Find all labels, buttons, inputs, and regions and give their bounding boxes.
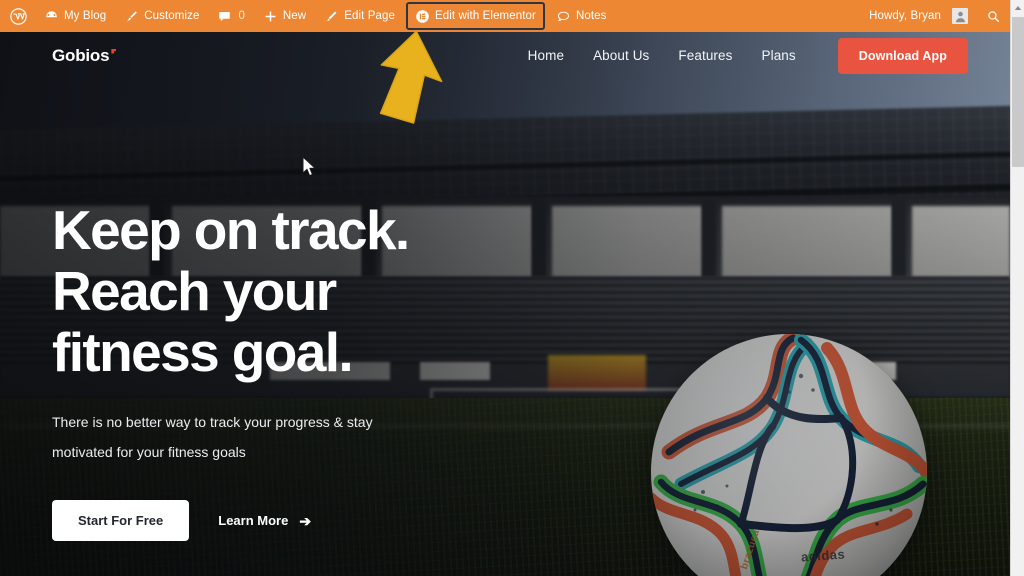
hero-action-buttons: Start For Free Learn More ➔	[52, 500, 409, 541]
dashboard-icon	[44, 9, 59, 24]
mouse-cursor	[302, 155, 317, 183]
avatar-glyph	[952, 8, 968, 24]
scrollbar-thumb[interactable]	[1012, 17, 1024, 167]
hero-headline-line-2: Reach your	[52, 260, 337, 322]
admin-bar-item-comments[interactable]: 0	[208, 0, 253, 32]
admin-bar-label-new: New	[282, 10, 307, 22]
elementor-icon	[415, 9, 430, 24]
account-greeting: Howdy, Bryan	[869, 10, 941, 22]
admin-bar-label-edit-with-elementor: Edit with Elementor	[434, 10, 536, 22]
plus-icon	[263, 9, 278, 24]
admin-bar-label-notes: Notes	[575, 10, 607, 22]
hero-subtext: There is no better way to track your pro…	[52, 414, 373, 460]
nav-item-home[interactable]: Home	[528, 48, 564, 63]
arrow-right-icon: ➔	[299, 512, 312, 529]
admin-bar-item-customize[interactable]: Customize	[115, 0, 208, 32]
comment-icon	[217, 9, 232, 24]
download-app-button[interactable]: Download App	[837, 37, 968, 74]
nav-item-plans[interactable]: Plans	[761, 48, 795, 63]
hero-content: Keep on track. Reach your fitness goal. …	[52, 199, 410, 541]
page-content: adidas brazuca Gobios Home About Us Feat…	[0, 0, 1010, 576]
search-icon	[986, 9, 1001, 24]
site-logo[interactable]: Gobios	[52, 45, 117, 66]
account-menu[interactable]: Howdy, Bryan	[860, 0, 977, 32]
admin-bar-item-my-blog[interactable]: My Blog	[35, 0, 115, 32]
pointer-arrow-annotation	[376, 30, 458, 130]
admin-bar-account-section: Howdy, Bryan	[860, 0, 1010, 32]
start-for-free-button[interactable]: Start For Free	[52, 500, 190, 541]
nav-item-features[interactable]: Features	[678, 48, 732, 63]
nav-item-about-us[interactable]: About Us	[593, 48, 649, 63]
admin-bar-search-button[interactable]	[977, 0, 1010, 32]
site-logo-text: Gobios	[52, 45, 110, 65]
site-header: Gobios Home About Us Features Plans Down…	[0, 32, 1010, 79]
admin-bar-item-edit-with-elementor[interactable]: Edit with Elementor	[405, 2, 545, 30]
hero-headline-line-1: Keep on track.	[52, 199, 410, 261]
comment-count: 0	[238, 10, 245, 22]
user-avatar	[952, 8, 968, 24]
speech-bubble-icon	[556, 9, 571, 24]
learn-more-button[interactable]: Learn More ➔	[218, 513, 311, 528]
admin-bar-label-edit-page: Edit Page	[344, 10, 395, 22]
learn-more-label: Learn More	[218, 513, 289, 528]
admin-bar-label-customize: Customize	[144, 10, 200, 22]
hero-headline: Keep on track. Reach your fitness goal.	[52, 199, 410, 383]
admin-bar-item-notes[interactable]: Notes	[547, 0, 616, 32]
wordpress-icon	[10, 7, 27, 25]
browser-viewport: adidas brazuca Gobios Home About Us Feat…	[0, 0, 1024, 576]
logo-accent-mark	[111, 48, 117, 54]
primary-navigation: Home About Us Features Plans Download Ap…	[528, 37, 1010, 74]
paintbrush-icon	[124, 9, 139, 24]
scrollbar-up-arrow[interactable]	[1011, 0, 1024, 16]
hero-headline-line-3: fitness goal.	[52, 321, 354, 383]
wordpress-admin-bar: My Blog Customize 0 New Edit Page Edit w…	[0, 0, 1010, 32]
admin-bar-item-edit-page[interactable]: Edit Page	[315, 0, 404, 32]
wordpress-logo-menu[interactable]	[0, 0, 35, 32]
admin-bar-item-new[interactable]: New	[254, 0, 315, 32]
admin-bar-label-my-blog: My Blog	[64, 10, 107, 22]
vertical-scrollbar[interactable]	[1010, 0, 1024, 576]
pencil-icon	[324, 9, 339, 24]
